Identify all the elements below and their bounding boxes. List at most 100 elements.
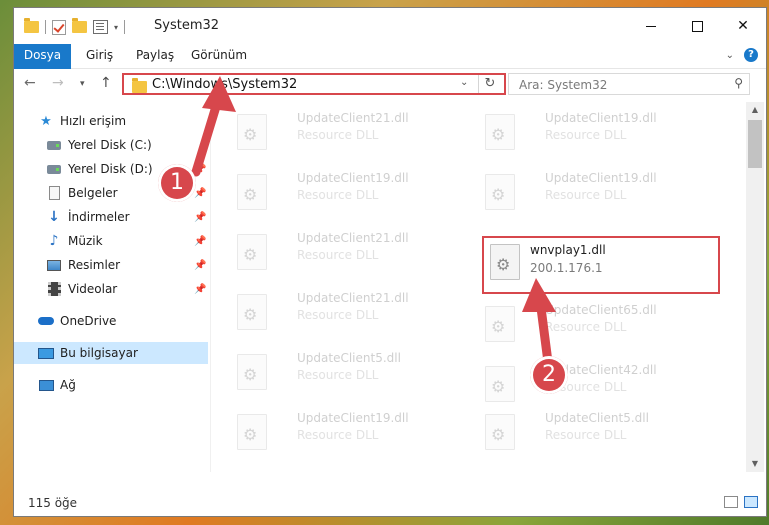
onedrive-icon bbox=[38, 314, 54, 328]
dll-file-icon bbox=[490, 244, 520, 280]
help-icon[interactable]: ? bbox=[744, 48, 758, 62]
address-dropdown-icon[interactable]: ⌄ bbox=[460, 77, 468, 88]
folder-icon bbox=[132, 78, 147, 93]
file-tile[interactable]: UpdateClient65.dll Resource DLL bbox=[473, 296, 703, 348]
navigation-bar: ← → ▾ ↑ C:\Windows\System32 ⌄ ↻ ⚲ bbox=[14, 69, 766, 99]
file-tile[interactable]: UpdateClient21.dll Resource DLL bbox=[225, 284, 455, 336]
file-tile[interactable]: UpdateClient19.dll Resource DLL bbox=[225, 164, 455, 216]
file-tile[interactable]: UpdateClient42.dll Resource DLL bbox=[473, 356, 703, 408]
sidebar-item-label: Yerel Disk (D:) bbox=[68, 162, 153, 176]
file-tile[interactable]: UpdateClient5.dll Resource DLL bbox=[225, 344, 455, 396]
view-switcher bbox=[724, 496, 758, 508]
address-path[interactable]: C:\Windows\System32 bbox=[152, 77, 297, 92]
file-name: UpdateClient19.dll bbox=[297, 171, 409, 185]
file-tile[interactable]: UpdateClient19.dll Resource DLL bbox=[473, 164, 703, 216]
tab-view[interactable]: Görünüm bbox=[191, 44, 247, 68]
customize-toolbar-dropdown-icon[interactable]: ▾ bbox=[114, 23, 118, 32]
pin-icon[interactable]: 📌 bbox=[194, 164, 206, 175]
star-icon: ★ bbox=[40, 113, 52, 129]
documents-icon bbox=[46, 186, 62, 200]
file-name: UpdateClient65.dll bbox=[545, 303, 657, 317]
scroll-thumb[interactable] bbox=[748, 120, 762, 168]
dll-file-icon bbox=[237, 114, 267, 150]
scroll-down-icon[interactable]: ▼ bbox=[746, 456, 764, 472]
file-list: UpdateClient21.dll Resource DLL UpdateCl… bbox=[211, 102, 746, 472]
sidebar-item-this-pc[interactable]: Bu bilgisayar bbox=[14, 342, 208, 364]
search-input[interactable] bbox=[517, 75, 721, 95]
pin-icon[interactable]: 📌 bbox=[194, 284, 206, 295]
recent-locations-dropdown-icon[interactable]: ▾ bbox=[80, 79, 85, 89]
ribbon-tabs: Dosya Giriş Paylaş Görünüm ⌄ ? bbox=[14, 44, 766, 96]
file-description: Resource DLL bbox=[297, 308, 379, 322]
maximize-icon bbox=[691, 20, 703, 32]
dll-file-icon bbox=[237, 174, 267, 210]
sidebar-item-network[interactable]: Ağ bbox=[14, 374, 208, 396]
back-arrow-icon[interactable]: ← bbox=[24, 75, 36, 91]
details-view-icon[interactable] bbox=[724, 496, 738, 508]
sidebar-item-onedrive[interactable]: OneDrive bbox=[14, 310, 208, 332]
maximize-button[interactable] bbox=[674, 8, 720, 44]
file-name: UpdateClient19.dll bbox=[297, 411, 409, 425]
dll-file-icon bbox=[485, 306, 515, 342]
tab-home[interactable]: Giriş bbox=[86, 44, 113, 68]
scroll-up-icon[interactable]: ▲ bbox=[746, 102, 764, 118]
refresh-icon[interactable]: ↻ bbox=[478, 75, 501, 93]
pin-icon[interactable]: 📌 bbox=[194, 188, 206, 199]
file-tile[interactable]: UpdateClient19.dll Resource DLL bbox=[473, 104, 703, 156]
drive-icon bbox=[46, 162, 62, 176]
file-name: UpdateClient19.dll bbox=[545, 111, 657, 125]
dll-file-icon bbox=[237, 354, 267, 390]
expand-ribbon-icon[interactable]: ⌄ bbox=[726, 50, 734, 61]
file-tile[interactable]: UpdateClient5.dll Resource DLL bbox=[473, 404, 703, 456]
file-description: Resource DLL bbox=[545, 320, 627, 334]
sidebar-item-label: Hızlı erişim bbox=[60, 114, 127, 128]
sidebar-item-label: Videolar bbox=[68, 282, 118, 296]
sidebar-item-quick-access[interactable]: ★ Hızlı erişim bbox=[14, 110, 208, 132]
pin-icon[interactable]: 📌 bbox=[194, 236, 206, 247]
rename-icon[interactable] bbox=[93, 20, 108, 34]
dll-file-icon bbox=[237, 234, 267, 270]
file-description: Resource DLL bbox=[545, 188, 627, 202]
sidebar-item-label: Ağ bbox=[60, 378, 76, 392]
tab-share[interactable]: Paylaş bbox=[136, 44, 174, 68]
tiles-view-icon[interactable] bbox=[744, 496, 758, 508]
search-icon[interactable]: ⚲ bbox=[734, 76, 743, 90]
toolbar-separator bbox=[124, 20, 126, 34]
sidebar-item-music[interactable]: ♪ Müzik 📌 bbox=[14, 230, 208, 252]
properties-check-icon[interactable] bbox=[52, 19, 66, 35]
sidebar-item-videos[interactable]: Videolar 📌 bbox=[14, 278, 208, 300]
this-pc-icon bbox=[38, 346, 54, 360]
title-bar: ▾ System32 ✕ bbox=[14, 8, 766, 44]
sidebar-item-pictures[interactable]: Resimler 📌 bbox=[14, 254, 208, 276]
vertical-scrollbar[interactable]: ▲ ▼ bbox=[746, 102, 764, 472]
step-2-badge: 2 bbox=[530, 356, 568, 394]
drive-icon bbox=[46, 138, 62, 152]
file-name: wnvplay1.dll bbox=[530, 243, 606, 257]
forward-arrow-icon[interactable]: → bbox=[52, 75, 64, 91]
search-box[interactable]: ⚲ bbox=[508, 73, 750, 95]
file-description: Resource DLL bbox=[297, 128, 379, 142]
pin-icon[interactable]: 📌 bbox=[194, 260, 206, 271]
close-button[interactable]: ✕ bbox=[720, 8, 766, 44]
folder-icon[interactable] bbox=[24, 18, 39, 33]
minimize-button[interactable] bbox=[628, 8, 674, 44]
new-folder-icon[interactable] bbox=[72, 18, 87, 33]
toolbar-separator bbox=[45, 20, 46, 34]
file-tile-wnvplay1[interactable]: wnvplay1.dll 200.1.176.1 bbox=[482, 236, 720, 294]
file-tile[interactable]: UpdateClient21.dll Resource DLL bbox=[225, 104, 455, 156]
step-1-badge: 1 bbox=[158, 164, 196, 202]
file-tile[interactable]: UpdateClient21.dll Resource DLL bbox=[225, 224, 455, 276]
sidebar-item-label: Müzik bbox=[68, 234, 103, 248]
sidebar-item-downloads[interactable]: ↓ İndirmeler 📌 bbox=[14, 206, 208, 228]
file-name: UpdateClient21.dll bbox=[297, 291, 409, 305]
pin-icon[interactable]: 📌 bbox=[194, 212, 206, 223]
explorer-window: ▾ System32 ✕ Dosya Giriş Paylaş Görünüm … bbox=[14, 8, 766, 516]
network-icon bbox=[38, 378, 54, 392]
file-name: UpdateClient19.dll bbox=[545, 171, 657, 185]
file-tile[interactable]: UpdateClient19.dll Resource DLL bbox=[225, 404, 455, 456]
quick-access-toolbar: ▾ bbox=[24, 18, 126, 36]
sidebar-item-local-disk-c[interactable]: Yerel Disk (C:) bbox=[14, 134, 208, 156]
up-arrow-icon[interactable]: ↑ bbox=[100, 75, 112, 91]
dll-file-icon bbox=[237, 294, 267, 330]
address-bar[interactable]: C:\Windows\System32 ⌄ ↻ bbox=[122, 73, 506, 95]
